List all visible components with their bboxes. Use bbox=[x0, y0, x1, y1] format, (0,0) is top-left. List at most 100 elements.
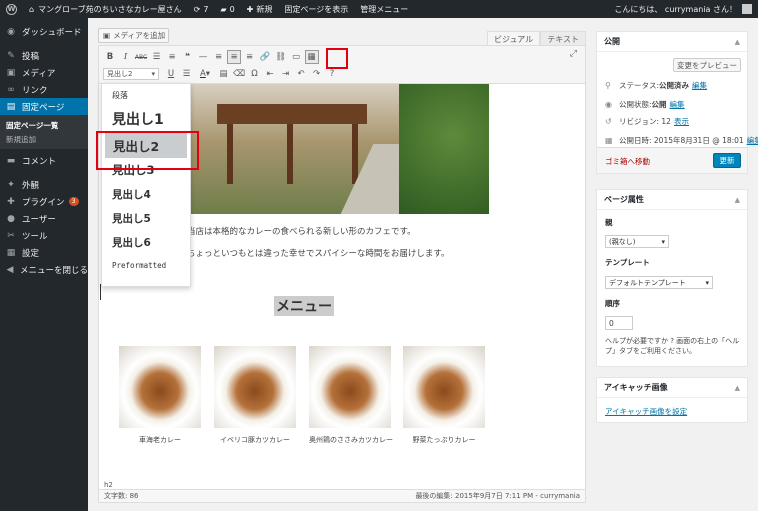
insert-link-icon[interactable]: 🔗 bbox=[258, 50, 272, 64]
plugin-update-badge: 3 bbox=[68, 197, 79, 206]
updates-link[interactable]: ⟳ 7 bbox=[188, 0, 215, 18]
parent-select[interactable]: (親なし) ▾ bbox=[605, 235, 669, 248]
my-account-link[interactable]: こんにちは、 currymania さん！ bbox=[608, 0, 758, 18]
users-icon: ● bbox=[7, 213, 15, 224]
highlight-box bbox=[326, 48, 348, 69]
pages-icon: ▤ bbox=[6, 101, 16, 112]
settings-icon: ▦ bbox=[6, 247, 16, 258]
page-attributes-header[interactable]: ページ属性 ▲ bbox=[597, 190, 747, 210]
bullet-list-icon[interactable]: ☰ bbox=[150, 50, 164, 64]
text-color-icon[interactable]: A ▾ bbox=[195, 67, 215, 81]
admin-menu-link[interactable]: 管理メニュー bbox=[354, 0, 414, 18]
sidebar-item-tools[interactable]: ✂ ツール bbox=[0, 227, 88, 244]
format-option-h1[interactable]: 見出し1 bbox=[102, 106, 190, 132]
sidebar-item-comments[interactable]: ▬ コメント bbox=[0, 152, 88, 169]
revisions-icon: ↺ bbox=[605, 117, 612, 126]
strikethrough-icon[interactable]: ABC bbox=[134, 50, 148, 64]
wordpress-logo-icon: W bbox=[6, 3, 17, 15]
format-option-h4[interactable]: 見出し4 bbox=[102, 182, 190, 206]
toolbar-toggle-icon[interactable]: ▦ bbox=[304, 50, 319, 64]
update-button[interactable]: 更新 bbox=[713, 153, 741, 168]
fullscreen-icon[interactable]: ⤢ bbox=[570, 49, 577, 59]
new-content-link[interactable]: ✚ 新規 bbox=[241, 0, 279, 18]
edit-visibility-link[interactable]: 編集 bbox=[670, 99, 685, 110]
justify-icon[interactable]: ☰ bbox=[180, 67, 194, 81]
format-option-h6[interactable]: 見出し6 bbox=[102, 230, 190, 254]
template-label: テンプレート bbox=[605, 258, 650, 267]
order-input[interactable]: 0 bbox=[605, 316, 633, 330]
underline-icon[interactable]: U bbox=[164, 67, 178, 81]
set-featured-image-link[interactable]: アイキャッチ画像を設定 bbox=[605, 406, 687, 417]
sidebar-item-settings[interactable]: ▦ 設定 bbox=[0, 244, 88, 261]
unlink-icon[interactable]: ⛓ bbox=[274, 50, 288, 64]
sidebar-item-posts[interactable]: ✎ 投稿 bbox=[0, 47, 88, 64]
format-option-preformatted[interactable]: Preformatted bbox=[102, 254, 190, 276]
submenu-all-pages[interactable]: 固定ページ一覧 bbox=[0, 118, 88, 132]
sidebar-item-users[interactable]: ● ユーザー bbox=[0, 210, 88, 227]
tools-icon: ✂ bbox=[7, 230, 15, 241]
tab-visual[interactable]: ビジュアル bbox=[487, 31, 541, 45]
collapse-arrow-icon[interactable]: ▲ bbox=[735, 196, 740, 204]
blockquote-icon[interactable]: ❝ bbox=[181, 50, 195, 64]
format-option-paragraph[interactable]: 段落 bbox=[102, 84, 190, 106]
format-option-h5[interactable]: 見出し5 bbox=[102, 206, 190, 230]
view-page-link[interactable]: 固定ページを表示 bbox=[278, 0, 354, 18]
post-status: ⚲ ステータス: 公開済み 編集 bbox=[605, 80, 708, 91]
order-label: 順序 bbox=[605, 299, 620, 308]
sidebar-item-pages[interactable]: ▤ 固定ページ bbox=[0, 98, 88, 115]
home-icon: ⌂ bbox=[29, 4, 35, 14]
sidebar-item-media[interactable]: ▣ メディア bbox=[0, 64, 88, 81]
align-center-icon[interactable]: ≡ bbox=[227, 50, 241, 64]
align-left-icon[interactable]: ≡ bbox=[212, 50, 226, 64]
clear-formatting-icon[interactable]: ⌫ bbox=[232, 67, 246, 81]
indent-icon[interactable]: ⇥ bbox=[279, 67, 293, 81]
publish-actions: ゴミ箱へ移動 更新 bbox=[597, 147, 747, 173]
format-select[interactable]: 見出し2 ▾ bbox=[103, 68, 159, 80]
undo-icon[interactable]: ↶ bbox=[294, 67, 308, 81]
tab-text[interactable]: テキスト bbox=[540, 31, 586, 45]
admin-sidebar: ◉ ダッシュボード ✎ 投稿 ▣ メディア ∞ リンク ▤ 固定ページ 固定ページ一覧 新… bbox=[0, 18, 88, 511]
redo-icon[interactable]: ↷ bbox=[310, 67, 324, 81]
site-name-link[interactable]: ⌂ マングローブ苑のちいさなカレー屋さん bbox=[23, 0, 188, 18]
avatar bbox=[742, 4, 752, 14]
format-dropdown-menu: 段落 見出し1 見出し2 見出し3 見出し4 見出し5 見出し6 Preform… bbox=[101, 83, 191, 287]
sidebar-item-plugins[interactable]: ✚ プラグイン 3 bbox=[0, 193, 88, 210]
element-path: h2 bbox=[104, 481, 113, 489]
add-media-button[interactable]: ▣ メディアを追加 bbox=[98, 28, 169, 43]
parent-label: 親 bbox=[605, 218, 613, 227]
collapse-arrow-icon[interactable]: ▲ bbox=[735, 38, 740, 46]
template-select[interactable]: デフォルトテンプレート ▾ bbox=[605, 276, 713, 289]
plus-icon: ✚ bbox=[246, 4, 254, 14]
edit-date-link[interactable]: 編集 bbox=[747, 135, 758, 146]
move-to-trash-link[interactable]: ゴミ箱へ移動 bbox=[605, 156, 650, 167]
read-more-icon[interactable]: ▭ bbox=[289, 50, 303, 64]
numbered-list-icon[interactable]: ≡ bbox=[165, 50, 179, 64]
wp-logo-menu[interactable]: W bbox=[0, 0, 23, 18]
browse-revisions-link[interactable]: 表示 bbox=[674, 116, 689, 127]
sidebar-item-appearance[interactable]: ✦ 外観 bbox=[0, 176, 88, 193]
publish-box-header[interactable]: 公開 ▲ bbox=[597, 32, 747, 52]
bold-icon[interactable]: B bbox=[103, 50, 117, 64]
appearance-icon: ✦ bbox=[7, 179, 15, 190]
dish-item: 野菜たっぷりカレー bbox=[403, 346, 485, 445]
collapse-arrow-icon[interactable]: ▲ bbox=[735, 384, 740, 392]
align-right-icon[interactable]: ≡ bbox=[243, 50, 257, 64]
sidebar-item-links[interactable]: ∞ リンク bbox=[0, 81, 88, 98]
comments-link[interactable]: ▰ 0 bbox=[214, 0, 240, 18]
sidebar-item-dashboard[interactable]: ◉ ダッシュボード bbox=[0, 23, 88, 40]
submenu-add-new[interactable]: 新規追加 bbox=[0, 132, 88, 146]
special-character-icon[interactable]: Ω bbox=[248, 67, 262, 81]
last-edited: 最後の編集: 2015年9月7日 7:11 PM - currymania bbox=[415, 492, 580, 500]
help-icon[interactable]: ? bbox=[325, 67, 339, 81]
sidebar-collapse-menu[interactable]: ◀ メニューを閉じる bbox=[0, 261, 88, 278]
featured-image-header[interactable]: アイキャッチ画像 ▲ bbox=[597, 378, 747, 398]
horizontal-line-icon[interactable]: — bbox=[196, 50, 210, 64]
preview-changes-button[interactable]: 変更をプレビュー bbox=[673, 58, 741, 72]
dish-image bbox=[403, 346, 485, 428]
paste-text-icon[interactable]: ▤ bbox=[217, 67, 231, 81]
italic-icon[interactable]: I bbox=[119, 50, 133, 64]
link-icon: ∞ bbox=[7, 84, 15, 95]
edit-status-link[interactable]: 編集 bbox=[692, 80, 707, 91]
outdent-icon[interactable]: ⇤ bbox=[263, 67, 277, 81]
comments-icon: ▬ bbox=[6, 155, 16, 166]
